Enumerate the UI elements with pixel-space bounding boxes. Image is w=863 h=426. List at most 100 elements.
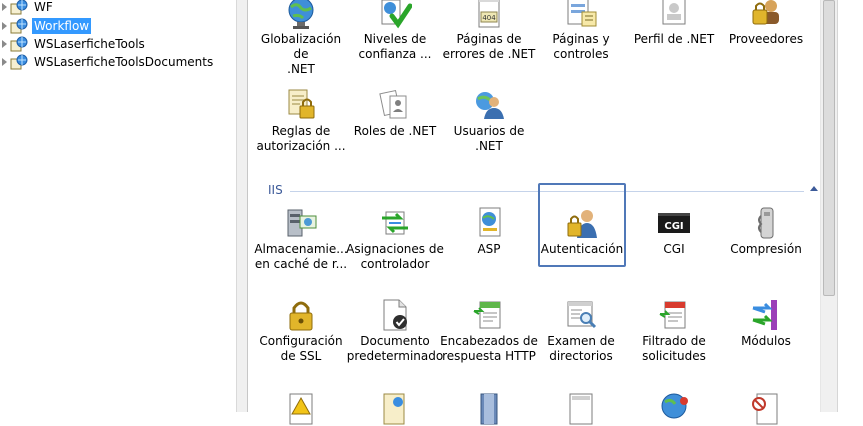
expand-arrow-icon[interactable] — [2, 3, 7, 11]
collapse-arrow-icon[interactable] — [810, 186, 818, 191]
globe-icon — [661, 393, 688, 419]
feature-net-pages-controls[interactable]: Páginas y controles — [532, 0, 630, 62]
feature-label: Asignaciones de controlador — [346, 242, 444, 271]
authorization-rules-icon — [288, 89, 315, 119]
providers-icon — [752, 0, 779, 25]
default-document-icon — [383, 299, 407, 331]
feature-label: Páginas y controles — [552, 32, 610, 61]
feature-label: Reglas de autorización ... — [256, 124, 346, 153]
web-app-icon — [10, 54, 28, 70]
feature-net-providers[interactable]: Proveedores — [717, 0, 815, 47]
document-list-icon — [569, 393, 593, 425]
modules-icon — [752, 300, 777, 330]
feature-net-error-pages[interactable]: 404 Páginas de errores de .NET — [440, 0, 538, 62]
users-icon — [476, 92, 504, 119]
feature-label: Autenticación — [540, 242, 624, 256]
feature-http-response-headers[interactable]: Encabezados de respuesta HTTP — [440, 298, 538, 364]
feature-label: Encabezados de respuesta HTTP — [440, 334, 538, 363]
tree-item-label: WSLaserficheToolsDocuments — [34, 55, 214, 69]
pane-splitter[interactable] — [236, 0, 248, 412]
tree-item-wslaserfichetools[interactable]: WSLaserficheTools — [0, 35, 147, 53]
error-page-404-icon: 404 — [478, 0, 500, 28]
web-app-icon — [10, 18, 28, 34]
feature-row3-item-2[interactable] — [346, 392, 444, 426]
vertical-scrollbar[interactable] — [820, 0, 837, 412]
http-headers-icon — [473, 301, 501, 329]
feature-row3-item-1[interactable] — [252, 392, 350, 426]
feature-net-users[interactable]: Usuarios de .NET — [440, 88, 538, 154]
tree-item-label: WF — [34, 0, 53, 14]
feature-label: Globalización de .NET — [260, 32, 342, 76]
feature-output-caching[interactable]: Almacenamie... en caché de r... — [252, 206, 350, 272]
feature-row3-item-5[interactable] — [625, 392, 723, 426]
feature-label: Perfil de .NET — [633, 32, 715, 46]
feature-label: Documento predeterminado — [346, 334, 444, 363]
svg-text:CGI: CGI — [664, 221, 683, 232]
feature-label: Filtrado de solicitudes — [642, 334, 706, 363]
request-filtering-icon — [659, 301, 686, 329]
feature-label: Módulos — [741, 334, 791, 348]
web-app-icon — [10, 36, 28, 52]
feature-label: Páginas de errores de .NET — [442, 32, 536, 61]
directory-browsing-icon — [567, 301, 597, 329]
output-cache-icon — [287, 209, 317, 237]
feature-net-globalization[interactable]: Globalización de .NET — [252, 0, 350, 77]
features-view: Globalización de .NET Niveles de confian… — [248, 0, 820, 425]
feature-asp[interactable]: ASP — [440, 206, 538, 257]
tree-item-label: WSLaserficheTools — [34, 37, 145, 51]
log-book-icon — [480, 393, 498, 425]
feature-label: Usuarios de .NET — [453, 124, 525, 153]
globe-icon — [288, 0, 314, 29]
asp-icon — [479, 207, 501, 237]
feature-label: Proveedores — [728, 32, 804, 46]
roles-icon — [379, 89, 407, 119]
feature-label: Examen de directorios — [547, 334, 615, 363]
feature-row3-item-4[interactable] — [532, 392, 630, 426]
compression-icon — [758, 207, 774, 239]
feature-authentication[interactable]: Autenticación — [538, 183, 626, 267]
tree-item-wslaserfichetoolsdocuments[interactable]: WSLaserficheToolsDocuments — [0, 53, 215, 71]
warning-icon — [289, 393, 313, 425]
trust-checkmark-icon — [381, 0, 412, 29]
feature-label: CGI — [663, 242, 685, 256]
feature-handler-mappings[interactable]: Asignaciones de controlador — [346, 206, 444, 272]
feature-label: Roles de .NET — [353, 124, 437, 138]
right-pane-edge — [837, 0, 863, 412]
feature-default-document[interactable]: Documento predeterminado — [346, 298, 444, 364]
profile-icon — [662, 0, 686, 25]
feature-label: Configuración de SSL — [259, 334, 343, 363]
feature-net-profile[interactable]: Perfil de .NET — [625, 0, 723, 47]
feature-row3-item-3[interactable] — [440, 392, 538, 426]
tree-item-workflow[interactable]: Workflow — [0, 17, 92, 35]
tree-item-label: Workflow — [32, 18, 92, 34]
web-app-icon — [10, 0, 28, 15]
cgi-icon: CGI — [658, 213, 690, 233]
handler-mappings-icon — [382, 211, 408, 235]
pages-controls-icon — [567, 0, 597, 27]
blocked-document-icon — [752, 393, 778, 425]
expand-arrow-icon[interactable] — [2, 58, 7, 66]
expand-arrow-icon[interactable] — [2, 22, 7, 30]
feature-modules[interactable]: Módulos — [717, 298, 815, 349]
feature-directory-browsing[interactable]: Examen de directorios — [532, 298, 630, 364]
feature-label: Compresión — [730, 242, 802, 256]
feature-label: Almacenamie... en caché de r... — [254, 242, 348, 271]
feature-net-trust-levels[interactable]: Niveles de confianza ... — [346, 0, 444, 62]
feature-compression[interactable]: Compresión — [717, 206, 815, 257]
scrollbar-thumb[interactable] — [823, 0, 835, 296]
authentication-icon — [567, 210, 597, 238]
feature-ssl-settings[interactable]: Configuración de SSL — [252, 298, 350, 364]
feature-label: Niveles de confianza ... — [358, 32, 432, 61]
group-title: IIS — [268, 183, 283, 197]
feature-net-authorization-rules[interactable]: Reglas de autorización ... — [252, 88, 350, 154]
tree-item-wf[interactable]: WF — [0, 0, 55, 16]
feature-label: ASP — [477, 242, 501, 256]
feature-request-filtering[interactable]: Filtrado de solicitudes — [625, 298, 723, 364]
connections-tree: WF Workflow WSLaserficheTools WSLaserfic… — [0, 0, 236, 412]
settings-document-icon — [383, 393, 405, 425]
svg-text:404: 404 — [482, 14, 496, 22]
expand-arrow-icon[interactable] — [2, 40, 7, 48]
feature-cgi[interactable]: CGI CGI — [625, 206, 723, 257]
feature-net-roles[interactable]: Roles de .NET — [346, 88, 444, 139]
feature-row3-item-6[interactable] — [717, 392, 815, 426]
